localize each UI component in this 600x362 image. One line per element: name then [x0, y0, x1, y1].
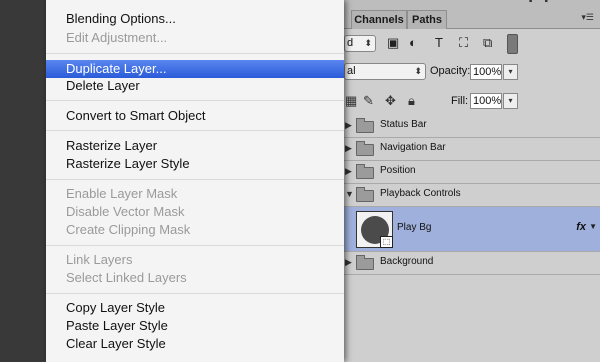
fill-dropdown-icon[interactable]: ▾: [503, 93, 518, 109]
menu-item-clear-layer-style[interactable]: Clear Layer Style: [46, 335, 344, 353]
menu-item-rasterize-layer[interactable]: Rasterize Layer: [46, 137, 344, 155]
folder-icon: [356, 164, 374, 179]
folder-icon: [356, 118, 374, 133]
shape-filter-icon[interactable]: ⛶: [459, 35, 468, 51]
type-filter-icon[interactable]: T: [435, 35, 443, 50]
chevron-updown-icon: ⬍: [414, 66, 422, 76]
fill-field[interactable]: 100%: [470, 93, 502, 109]
layer-name: Playback Controls: [380, 188, 461, 199]
menu-separator: [46, 53, 344, 54]
layer-thumbnail: ⬚: [356, 211, 393, 248]
blend-mode-value: al: [347, 65, 356, 77]
folder-icon: [356, 141, 374, 156]
tab-channels[interactable]: Channels: [351, 10, 407, 29]
lock-all-icon[interactable]: 🔒︎: [408, 93, 415, 109]
filter-kind-select[interactable]: d ⬍: [344, 35, 376, 52]
layer-name: Background: [380, 256, 434, 267]
menu-separator: [46, 293, 344, 294]
panel-menu-icon[interactable]: ▾☰: [581, 12, 594, 23]
menu-separator: [46, 245, 344, 246]
menu-item-rasterize-layer-style[interactable]: Rasterize Layer Style: [46, 155, 344, 173]
layer-name: Status Bar: [380, 119, 427, 130]
expand-triangle-icon[interactable]: ▶: [345, 166, 352, 177]
lock-transparent-icon[interactable]: ▦: [345, 93, 357, 109]
panel-top-icons: ▪▪: [528, 0, 560, 7]
expand-triangle-icon[interactable]: ▶: [345, 120, 352, 131]
menu-item-edit-adjustment[interactable]: Edit Adjustment...: [46, 29, 344, 47]
shape-layer-badge-icon: ⬚: [380, 236, 393, 248]
menu-item-disable-vector-mask[interactable]: Disable Vector Mask: [46, 203, 344, 221]
blend-mode-select[interactable]: al ⬍: [344, 63, 426, 80]
menu-item-duplicate-layer[interactable]: Duplicate Layer...: [46, 60, 344, 78]
layer-name: Play Bg: [397, 222, 432, 233]
menu-item-paste-layer-style[interactable]: Paste Layer Style: [46, 317, 344, 335]
menu-item-link-layers[interactable]: Link Layers: [46, 251, 344, 269]
collapse-triangle-icon[interactable]: ▼: [345, 189, 354, 199]
chevron-updown-icon: ⬍: [364, 38, 372, 48]
filter-toggle-switch[interactable]: [507, 34, 518, 54]
lock-move-icon[interactable]: ✥: [385, 93, 396, 109]
menu-item-copy-layer-style[interactable]: Copy Layer Style: [46, 299, 344, 317]
lock-brush-icon[interactable]: ✎: [363, 93, 374, 109]
menu-separator: [46, 130, 344, 131]
menu-item-select-linked-layers[interactable]: Select Linked Layers: [46, 269, 344, 287]
opacity-label: Opacity:: [430, 65, 471, 77]
menu-item-create-clipping-mask[interactable]: Create Clipping Mask: [46, 221, 344, 239]
filter-kind-value: d: [347, 37, 354, 49]
folder-open-icon: [356, 187, 374, 202]
fill-label: Fill:: [451, 95, 469, 107]
opacity-dropdown-icon[interactable]: ▾: [503, 64, 518, 80]
layer-name: Navigation Bar: [380, 142, 446, 153]
pixel-filter-icon[interactable]: ▣: [387, 35, 399, 51]
layer-effects-icon[interactable]: fx: [576, 221, 586, 233]
folder-icon: [356, 255, 374, 270]
expand-triangle-icon[interactable]: ▶: [345, 257, 352, 268]
adjustment-filter-icon[interactable]: ◐: [409, 35, 417, 50]
menu-item-enable-layer-mask[interactable]: Enable Layer Mask: [46, 185, 344, 203]
layer-context-menu: Blending Options... Edit Adjustment... D…: [46, 0, 344, 362]
menu-item-blending-options[interactable]: Blending Options...: [46, 10, 344, 28]
menu-item-convert-smart-object[interactable]: Convert to Smart Object: [46, 107, 344, 125]
menu-item-delete-layer[interactable]: Delete Layer: [46, 77, 344, 95]
menu-separator: [46, 179, 344, 180]
tab-paths[interactable]: Paths: [407, 10, 447, 29]
menu-separator: [46, 100, 344, 101]
expand-triangle-icon[interactable]: ▶: [345, 143, 352, 154]
layer-name: Position: [380, 165, 416, 176]
smart-object-filter-icon[interactable]: ⧉: [483, 35, 492, 51]
opacity-field[interactable]: 100%: [470, 64, 502, 80]
expand-effects-triangle-icon[interactable]: ▼: [589, 222, 597, 231]
